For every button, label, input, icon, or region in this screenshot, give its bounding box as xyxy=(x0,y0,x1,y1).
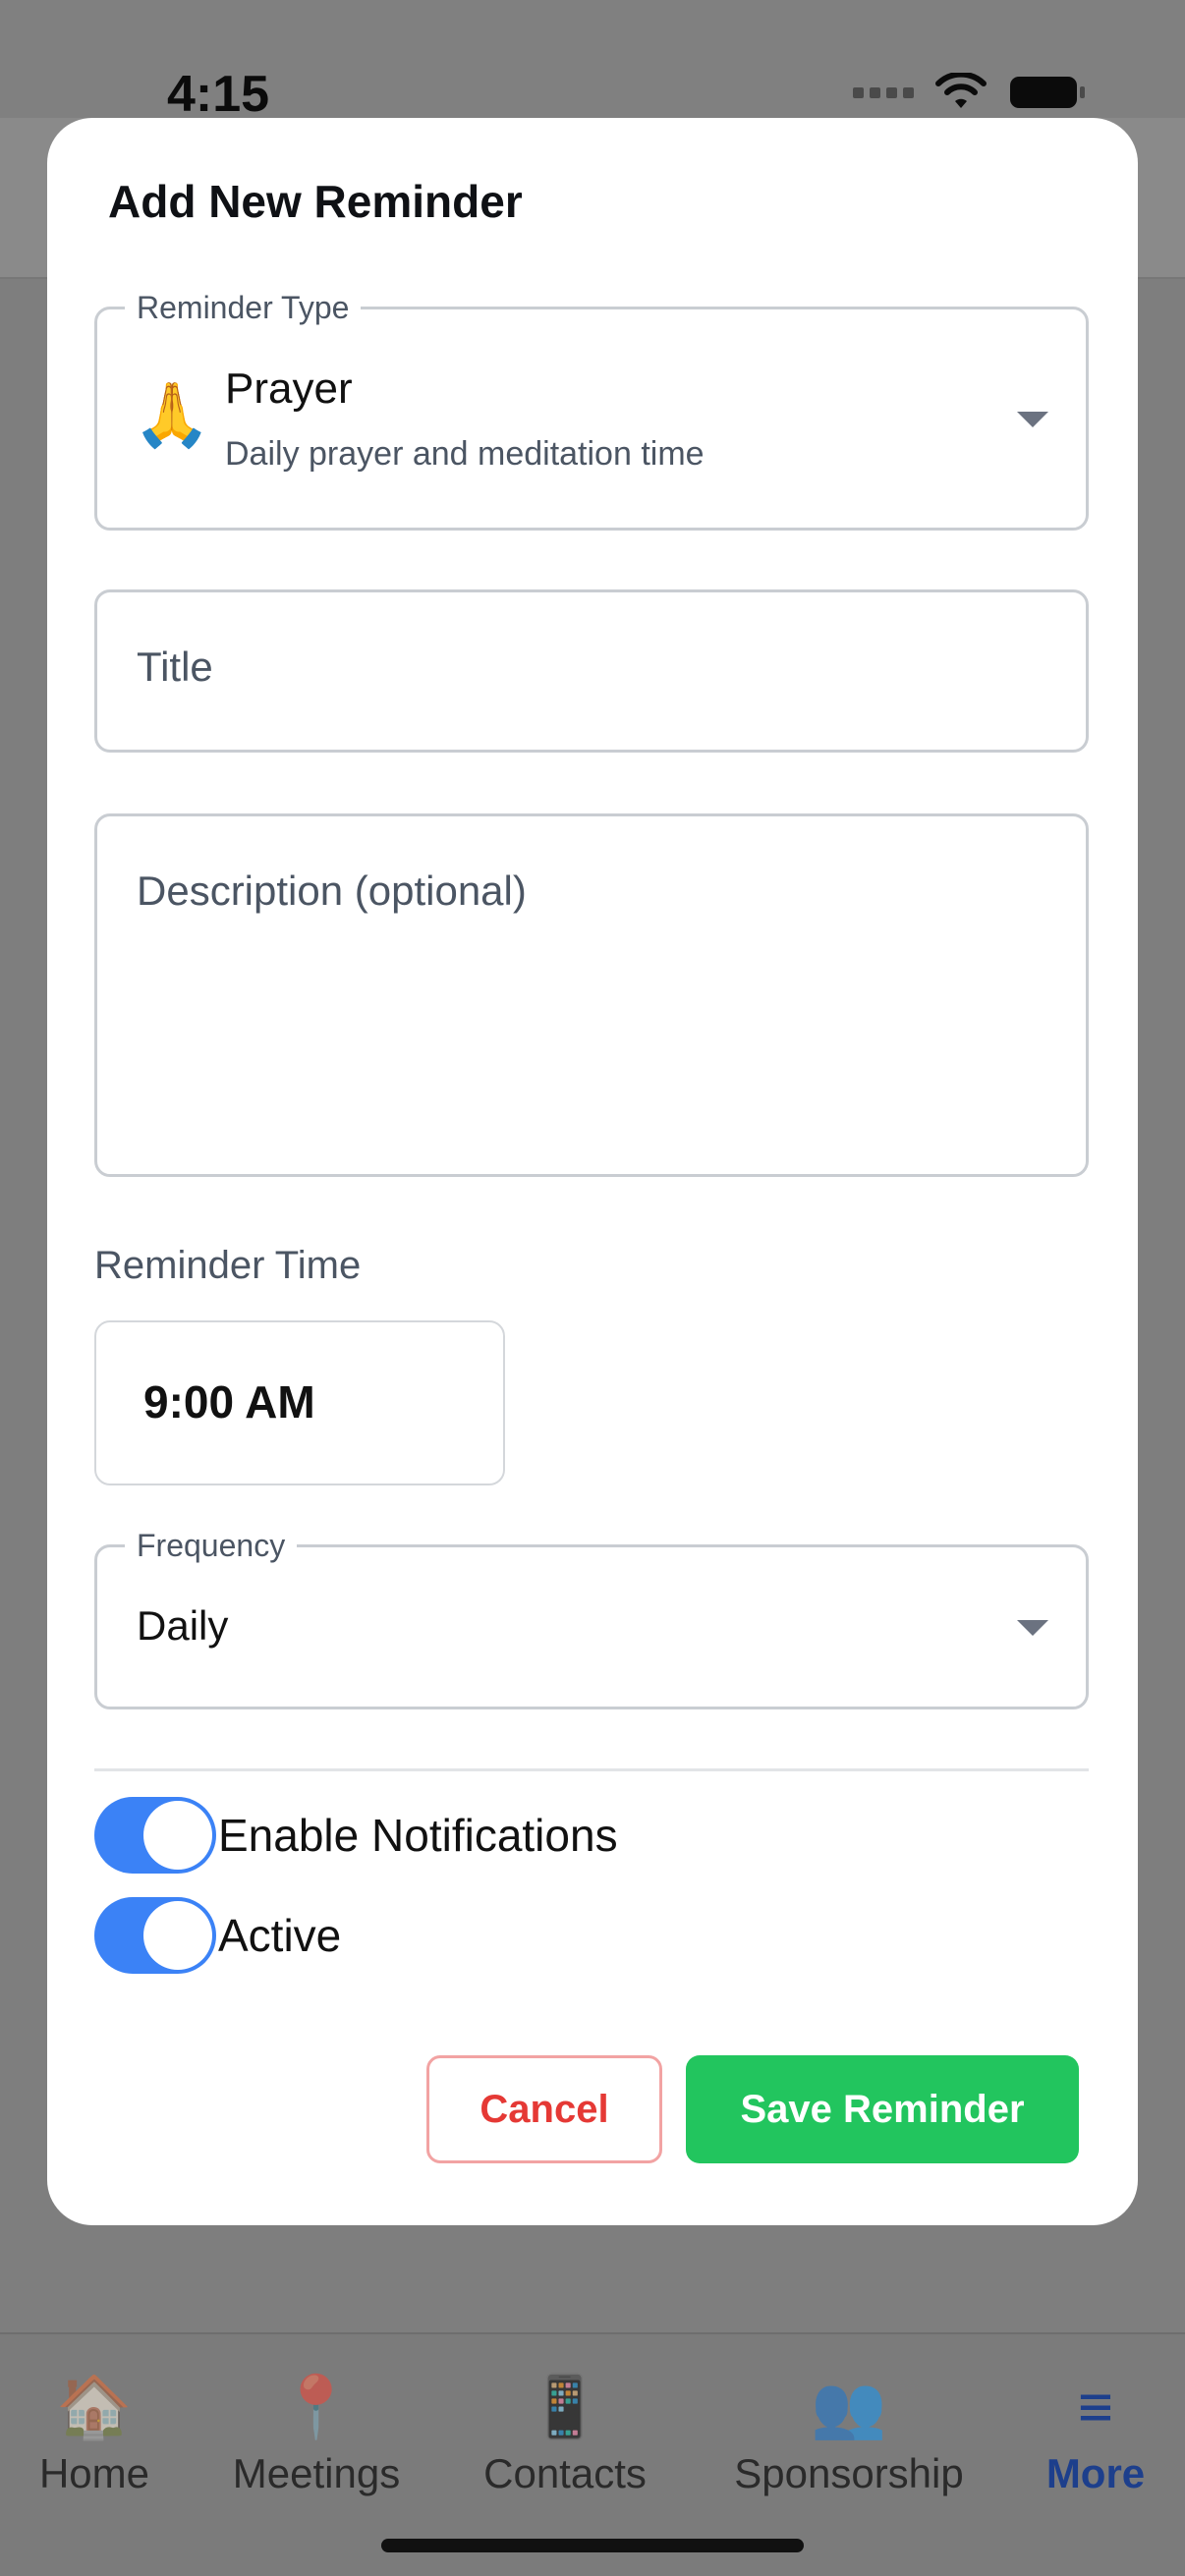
reminder-type-label: Reminder Type xyxy=(125,290,362,325)
notifications-toggle[interactable] xyxy=(94,1797,216,1874)
pin-icon: 📍 xyxy=(278,2374,355,2441)
tab-label: More xyxy=(1045,2450,1146,2496)
status-bar: 4:15 xyxy=(0,0,1185,123)
home-indicator xyxy=(381,2539,804,2552)
description-field-container xyxy=(94,813,1089,1177)
modal-title: Add New Reminder xyxy=(108,176,523,227)
title-input[interactable] xyxy=(137,644,1046,691)
tab-label: Contacts xyxy=(483,2450,647,2496)
home-icon: 🏠 xyxy=(56,2374,133,2441)
status-time: 4:15 xyxy=(167,66,270,123)
active-toggle-row: Active xyxy=(94,1896,341,1975)
active-toggle[interactable] xyxy=(94,1897,216,1974)
tab-label: Home xyxy=(38,2450,150,2496)
toggle-knob xyxy=(143,1901,212,1970)
chevron-down-icon xyxy=(1017,412,1048,427)
reminder-type-description: Daily prayer and meditation time xyxy=(225,435,705,473)
cancel-button[interactable]: Cancel xyxy=(426,2055,662,2163)
toggle-knob xyxy=(143,1801,212,1870)
frequency-label: Frequency xyxy=(125,1528,298,1563)
tab-sponsorship[interactable]: 👥 Sponsorship xyxy=(721,2374,977,2497)
reminder-type-value: Prayer xyxy=(225,364,353,413)
title-field-container xyxy=(94,589,1089,753)
phone-icon: 📱 xyxy=(527,2374,603,2441)
tab-contacts[interactable]: 📱 Contacts xyxy=(472,2374,658,2497)
people-icon: 👥 xyxy=(811,2374,887,2441)
tab-label: Meetings xyxy=(232,2450,401,2496)
tab-more[interactable]: ≡ More xyxy=(1032,2374,1159,2497)
description-input[interactable] xyxy=(137,868,1046,1143)
frequency-select[interactable]: Frequency Daily xyxy=(94,1528,1089,1709)
reminder-time-picker[interactable]: 9:00 AM xyxy=(94,1320,505,1485)
battery-icon xyxy=(1010,77,1085,108)
signal-icon xyxy=(853,86,914,98)
praying-hands-icon: 🙏 xyxy=(133,379,211,450)
tab-label: Sponsorship xyxy=(734,2450,964,2496)
active-label: Active xyxy=(218,1910,342,1961)
tab-home[interactable]: 🏠 Home xyxy=(29,2374,159,2497)
save-reminder-button[interactable]: Save Reminder xyxy=(686,2055,1079,2163)
reminder-time-label: Reminder Time xyxy=(94,1244,362,1287)
chevron-down-icon xyxy=(1017,1620,1048,1636)
reminder-time-value: 9:00 AM xyxy=(143,1376,315,1428)
add-reminder-modal: Add New Reminder Reminder Type 🙏 Prayer … xyxy=(47,118,1138,2225)
status-icons xyxy=(853,73,1087,112)
wifi-icon xyxy=(935,73,987,108)
frequency-value: Daily xyxy=(137,1602,229,1649)
divider xyxy=(94,1768,1089,1771)
notifications-label: Enable Notifications xyxy=(218,1810,618,1861)
notifications-toggle-row: Enable Notifications xyxy=(94,1796,618,1875)
menu-icon: ≡ xyxy=(1077,2374,1114,2441)
tab-meetings[interactable]: 📍 Meetings xyxy=(218,2374,415,2497)
reminder-type-select[interactable]: Reminder Type 🙏 Prayer Daily prayer and … xyxy=(94,290,1089,531)
